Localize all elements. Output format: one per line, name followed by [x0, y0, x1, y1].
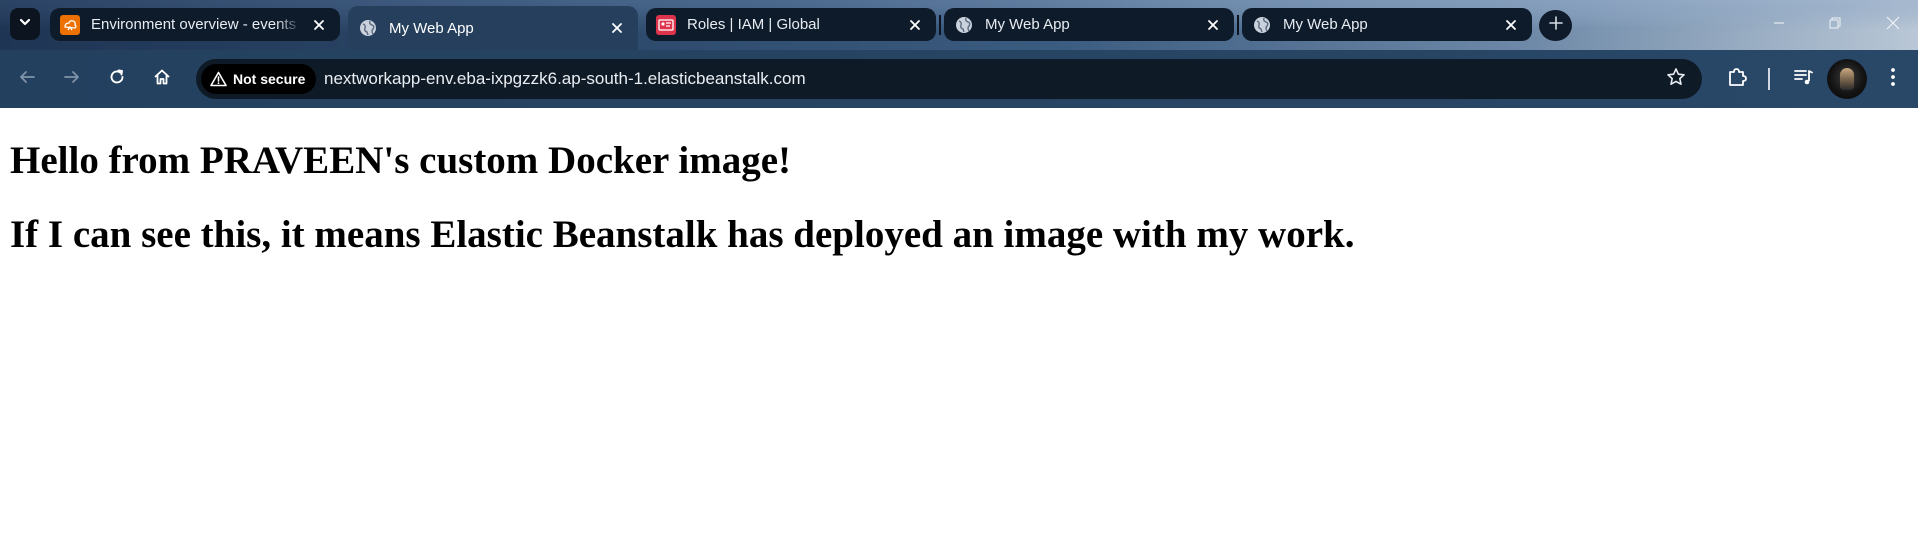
home-button[interactable]: [145, 62, 179, 96]
tab-title: Environment overview - events: [91, 16, 297, 33]
browser-toolbar: Not secure nextworkapp-env.eba-ixpgzzk6.…: [0, 50, 1918, 108]
close-window-button[interactable]: [1868, 0, 1918, 50]
arrow-right-icon: [63, 68, 81, 91]
globe-icon: [954, 15, 974, 35]
url-text[interactable]: nextworkapp-env.eba-ixpgzzk6.ap-south-1.…: [324, 59, 806, 99]
tab-strip: Environment overview - events My Web App: [0, 0, 1918, 50]
tab-separator: [1237, 15, 1239, 35]
page-heading-hello: Hello from PRAVEEN's custom Docker image…: [10, 139, 791, 182]
minimize-icon: [1773, 16, 1785, 34]
minimize-button[interactable]: [1756, 0, 1802, 50]
chevron-down-icon: [18, 15, 32, 34]
back-button[interactable]: [10, 62, 44, 96]
close-icon: [1886, 16, 1900, 35]
forward-button[interactable]: [55, 62, 89, 96]
more-vertical-icon: [1890, 67, 1896, 92]
tab-title: My Web App: [389, 19, 474, 37]
tab-my-web-app-2[interactable]: My Web App: [944, 8, 1234, 41]
tab-title: My Web App: [1283, 16, 1368, 33]
reload-button[interactable]: [100, 62, 134, 96]
avatar-image: [1840, 68, 1854, 90]
close-icon[interactable]: [308, 14, 330, 36]
close-icon[interactable]: [606, 17, 628, 39]
profile-avatar[interactable]: [1827, 59, 1867, 99]
extensions-button[interactable]: [1720, 62, 1754, 96]
tab-search-button[interactable]: [10, 8, 40, 40]
queue-music-icon: [1792, 66, 1814, 93]
globe-icon: [358, 18, 378, 38]
menu-button[interactable]: [1876, 62, 1910, 96]
tab-title: My Web App: [985, 16, 1070, 33]
address-bar[interactable]: Not secure nextworkapp-env.eba-ixpgzzk6.…: [196, 59, 1702, 99]
site-info-button[interactable]: Not secure: [201, 64, 317, 94]
bookmark-button[interactable]: [1664, 67, 1688, 91]
close-icon[interactable]: [1202, 14, 1224, 36]
arrow-left-icon: [18, 68, 36, 91]
tab-my-web-app-3[interactable]: My Web App: [1242, 8, 1532, 41]
plus-icon: [1548, 16, 1563, 35]
restore-icon: [1829, 16, 1841, 34]
puzzle-icon: [1726, 66, 1748, 93]
media-controls-button[interactable]: [1786, 62, 1820, 96]
aws-iam-icon: [656, 14, 676, 35]
new-tab-button[interactable]: [1539, 10, 1572, 41]
close-icon[interactable]: [904, 14, 926, 36]
tab-my-web-app-active[interactable]: My Web App: [348, 6, 638, 50]
toolbar-divider: [1768, 68, 1770, 90]
aws-beanstalk-icon: [60, 14, 80, 35]
tab-environment-overview[interactable]: Environment overview - events: [50, 8, 340, 41]
security-label: Not secure: [233, 71, 306, 87]
page-content: Hello from PRAVEEN's custom Docker image…: [0, 108, 1918, 533]
tab-separator: [939, 15, 941, 35]
tab-title: Roles | IAM | Global: [687, 16, 820, 33]
close-icon[interactable]: [1500, 14, 1522, 36]
page-heading-deployment: If I can see this, it means Elastic Bean…: [10, 213, 1355, 256]
reload-icon: [108, 68, 126, 91]
warning-icon: [210, 71, 227, 87]
globe-icon: [1252, 15, 1272, 35]
tab-roles-iam[interactable]: Roles | IAM | Global: [646, 8, 936, 41]
home-icon: [153, 68, 171, 91]
star-icon: [1666, 67, 1686, 92]
restore-button[interactable]: [1812, 0, 1858, 50]
